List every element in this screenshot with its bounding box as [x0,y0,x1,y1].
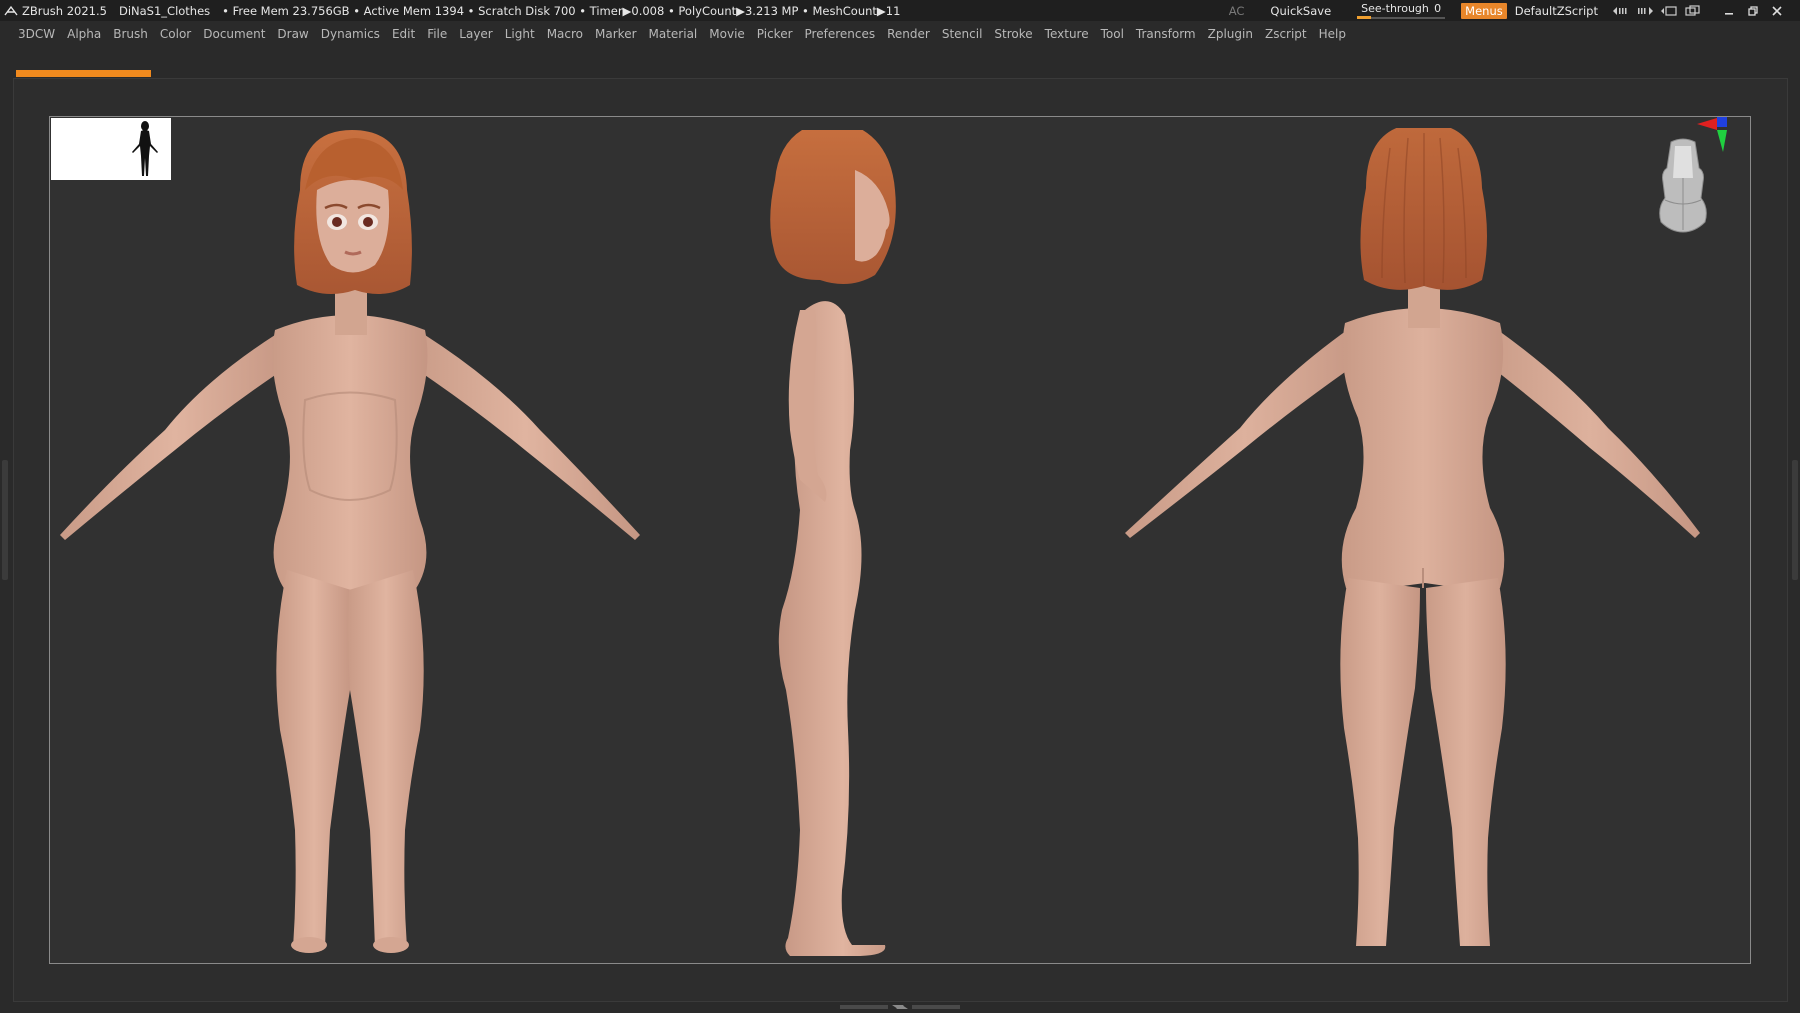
model-side-view[interactable] [760,130,910,965]
minimize-icon[interactable] [1720,4,1738,18]
document-name: DiNaS1_Clothes [118,3,211,18]
main-menu-bar: 3DCW Alpha Brush Color Document Draw Dyn… [0,21,1800,47]
titlebar-right-controls: AC QuickSave See-through 0 Menus Default… [1229,0,1792,21]
menu-draw[interactable]: Draw [271,27,314,41]
menu-layer[interactable]: Layer [453,27,498,41]
menu-picker[interactable]: Picker [751,27,799,41]
document-progress-fill [16,70,151,77]
see-through-label: See-through [1361,2,1429,15]
menu-file[interactable]: File [421,27,453,41]
collapse-left-icon[interactable] [1612,4,1630,18]
menu-edit[interactable]: Edit [386,27,421,41]
menu-light[interactable]: Light [499,27,541,41]
maximize-icon[interactable] [1744,4,1762,18]
close-icon[interactable] [1768,4,1786,18]
layout-icon[interactable] [1660,4,1678,18]
menu-movie[interactable]: Movie [703,27,751,41]
zbrush-logo-icon[interactable] [4,5,18,17]
left-tray-handle[interactable] [2,460,8,580]
menu-zplugin[interactable]: Zplugin [1202,27,1259,41]
menu-brush[interactable]: Brush [107,27,154,41]
menu-tool[interactable]: Tool [1095,27,1130,41]
menu-texture[interactable]: Texture [1039,27,1095,41]
default-zscript-button[interactable]: DefaultZScript [1515,4,1598,18]
menu-help[interactable]: Help [1313,27,1352,41]
see-through-value: 0 [1434,2,1442,15]
memory-stats: • Free Mem 23.756GB • Active Mem 1394 • … [222,3,901,18]
document-progress-bar [16,70,151,77]
right-tray-handle[interactable] [1792,460,1798,580]
menu-stencil[interactable]: Stencil [936,27,989,41]
title-bar: ZBrush 2021.5 DiNaS1_Clothes • Free Mem … [0,0,1800,21]
restore-icon[interactable] [1684,4,1702,18]
menu-color[interactable]: Color [154,27,197,41]
quicksave-button[interactable]: QuickSave [1270,4,1331,18]
model-back-view[interactable] [1120,128,1720,963]
ac-label[interactable]: AC [1229,4,1245,18]
menu-dynamics[interactable]: Dynamics [315,27,386,41]
menu-preferences[interactable]: Preferences [799,27,882,41]
app-title: ZBrush 2021.5 [22,3,107,18]
menu-material[interactable]: Material [643,27,704,41]
collapse-right-icon[interactable] [1636,4,1654,18]
see-through-fill [1357,16,1372,19]
menu-3dcw[interactable]: 3DCW [0,27,61,41]
menu-marker[interactable]: Marker [589,27,642,41]
menu-zscript[interactable]: Zscript [1259,27,1313,41]
bottom-tray-handle[interactable] [840,1003,960,1011]
menu-stroke[interactable]: Stroke [988,27,1038,41]
menu-alpha[interactable]: Alpha [61,27,107,41]
menus-toggle-button[interactable]: Menus [1461,2,1507,19]
menu-macro[interactable]: Macro [541,27,589,41]
menu-document[interactable]: Document [197,27,271,41]
menu-transform[interactable]: Transform [1130,27,1202,41]
menu-render[interactable]: Render [881,27,936,41]
see-through-slider[interactable]: See-through 0 [1357,0,1446,21]
model-front-view[interactable] [55,130,655,965]
